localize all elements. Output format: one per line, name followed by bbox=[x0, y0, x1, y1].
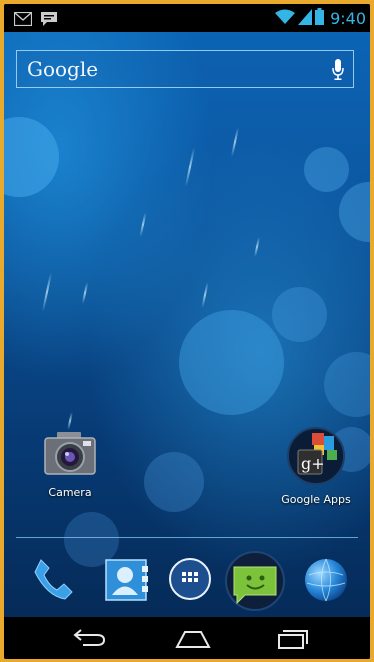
recent-apps-icon[interactable] bbox=[268, 625, 318, 651]
google-apps-folder-icon: g+ bbox=[287, 427, 345, 489]
search-label: Google bbox=[27, 57, 99, 81]
status-time: 9:40 bbox=[330, 8, 366, 28]
people-icon[interactable] bbox=[104, 558, 150, 606]
status-bar: 9:40 bbox=[4, 4, 370, 32]
app-google-apps[interactable]: g+ Google Apps bbox=[271, 427, 361, 506]
signal-icon bbox=[298, 8, 313, 29]
app-label-camera: Camera bbox=[48, 486, 92, 499]
home-icon[interactable] bbox=[168, 625, 218, 651]
browser-icon[interactable] bbox=[303, 557, 349, 607]
battery-icon bbox=[315, 8, 325, 29]
messaging-app-icon[interactable] bbox=[225, 551, 285, 615]
google-search-bar[interactable]: Google bbox=[16, 50, 354, 88]
dock-divider bbox=[16, 537, 358, 538]
navigation-bar bbox=[4, 617, 370, 659]
svg-text:g+: g+ bbox=[301, 454, 325, 473]
app-camera[interactable]: Camera bbox=[25, 432, 115, 499]
gmail-icon bbox=[13, 11, 33, 31]
home-wallpaper: Google Camera g+ Google Apps bbox=[4, 32, 370, 617]
wifi-icon bbox=[275, 9, 296, 29]
back-icon[interactable] bbox=[64, 625, 114, 651]
messaging-icon bbox=[40, 11, 58, 31]
camera-icon bbox=[43, 432, 97, 482]
app-drawer-icon[interactable] bbox=[167, 556, 213, 606]
microphone-icon[interactable] bbox=[332, 59, 344, 85]
app-label-google-apps: Google Apps bbox=[281, 493, 351, 506]
phone-screen: 9:40 Google Camera g+ Google Apps bbox=[4, 4, 370, 659]
phone-icon[interactable] bbox=[33, 558, 73, 604]
